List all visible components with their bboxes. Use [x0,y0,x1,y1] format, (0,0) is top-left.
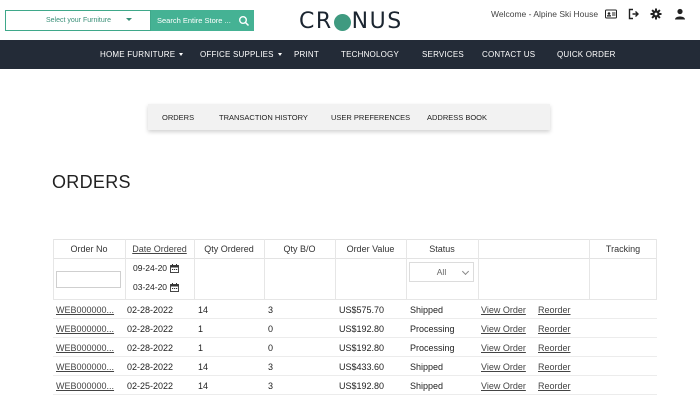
nav-print[interactable]: PRINT [294,40,319,69]
order-no-link[interactable]: WEB000000... [56,300,114,319]
main-nav: HOME FURNITURE OFFICE SUPPLIES PRINT TEC… [0,40,700,69]
view-order-link[interactable]: View Order [481,338,526,357]
view-order-link[interactable]: View Order [481,319,526,338]
qty-ordered: 1 [198,342,204,353]
view-order-link[interactable]: View Order [481,357,526,376]
table-row: WEB000000... 02-28-2022 14 3 US$433.60 Shippe… [53,357,657,376]
site-header: Select your Furniture Search Entire Stor… [0,0,700,40]
order-value: US$192.80 [339,342,385,353]
reorder-link[interactable]: Reorder [538,376,571,395]
qty-ordered: 14 [198,304,209,315]
col-qty-ordered: Qty Ordered [204,244,254,254]
order-date: 02-28-2022 [127,342,174,353]
order-value: US$433.60 [339,361,385,372]
date-from-filter[interactable]: 09-24-20 [133,263,179,273]
reorder-link[interactable]: Reorder [538,319,571,338]
order-status: Shipped [410,361,444,372]
calendar-icon[interactable] [170,263,179,273]
chevron-down-icon [461,267,470,276]
order-value: US$192.80 [339,380,385,391]
globe-icon [333,13,351,31]
col-order-no: Order No [70,244,108,254]
table-row: WEB000000... 02-28-2022 14 3 US$575.70 Shippe… [53,300,657,319]
reorder-link[interactable]: Reorder [538,300,571,319]
nav-services[interactable]: SERVICES [422,40,464,69]
col-status: Status [429,244,455,254]
table-row: WEB000000... 02-28-2022 1 0 US$192.80 Process… [53,319,657,338]
search-placeholder: Search Entire Store ... [157,16,231,25]
order-status: Shipped [410,304,444,315]
order-no-filter-input[interactable] [56,271,121,288]
id-card-icon[interactable] [605,8,617,20]
order-status: Processing [410,323,455,334]
nav-technology[interactable]: TECHNOLOGY [341,40,399,69]
table-row: WEB000000... 02-25-2022 14 3 US$192.80 Shippe… [53,376,657,395]
col-actions [478,239,589,259]
chevron-down-icon [179,53,184,56]
calendar-icon[interactable] [170,282,179,292]
orders-table: Order No Date Ordered Qty Ordered Qty B/… [53,239,657,400]
qty-ordered: 14 [198,361,209,372]
qty-bo: 3 [268,380,274,391]
nav-contact-us[interactable]: CONTACT US [482,40,535,69]
order-no-link[interactable]: WEB000000... [56,357,114,376]
table-row: WEB000000... 02-28-2022 1 0 US$192.80 Process… [53,338,657,357]
col-order-value: Order Value [346,244,395,254]
search-input[interactable]: Search Entire Store ... [151,10,254,31]
qty-bo: 0 [268,323,274,334]
tab-orders[interactable]: ORDERS [162,104,194,130]
chevron-down-icon [126,18,132,21]
tab-transaction-history[interactable]: TRANSACTION HISTORY [219,104,308,130]
date-to-filter[interactable]: 03-24-20 [133,282,179,292]
furniture-select[interactable]: Select your Furniture [5,10,151,31]
reorder-link[interactable]: Reorder [538,338,571,357]
order-date: 02-25-2022 [127,380,174,391]
gear-icon[interactable] [650,8,662,20]
order-status: Shipped [410,380,444,391]
search-icon[interactable] [238,15,250,27]
filter-row: 09-24-20 03-24-20 All [53,259,657,300]
user-icon[interactable] [674,8,686,20]
view-order-link[interactable]: View Order [481,376,526,395]
col-date-ordered[interactable]: Date Ordered [125,239,194,259]
qty-ordered: 14 [198,380,209,391]
qty-bo: 3 [268,361,274,372]
order-date: 02-28-2022 [127,323,174,334]
tab-user-preferences[interactable]: USER PREFERENCES [331,104,410,130]
tab-address-book[interactable]: ADDRESS BOOK [427,104,487,130]
order-no-link[interactable]: WEB000000... [56,376,114,395]
nav-quick-order[interactable]: QUICK ORDER [557,40,616,69]
sign-out-icon[interactable] [628,8,640,20]
nav-office-supplies[interactable]: OFFICE SUPPLIES [200,40,282,69]
chevron-down-icon [277,53,282,56]
order-status: Processing [410,342,455,353]
order-no-link[interactable]: WEB000000... [56,338,114,357]
furniture-select-label: Select your Furniture [46,17,111,24]
order-value: US$192.80 [339,323,385,334]
qty-bo: 0 [268,342,274,353]
account-tabs: ORDERS TRANSACTION HISTORY USER PREFEREN… [148,104,550,130]
order-no-link[interactable]: WEB000000... [56,319,114,338]
cronus-logo[interactable]: CR NUS [299,8,403,34]
col-qty-bo: Qty B/O [283,244,316,254]
view-order-link[interactable]: View Order [481,300,526,319]
order-date: 02-28-2022 [127,304,174,315]
order-value: US$575.70 [339,304,385,315]
nav-home-furniture[interactable]: HOME FURNITURE [100,40,184,69]
qty-bo: 3 [268,304,274,315]
qty-ordered: 1 [198,323,204,334]
welcome-text: Welcome - Alpine Ski House [491,9,599,19]
reorder-link[interactable]: Reorder [538,357,571,376]
page-title: ORDERS [52,172,131,192]
order-date: 02-28-2022 [127,361,174,372]
status-filter-select[interactable]: All [409,262,474,282]
col-tracking: Tracking [605,244,641,254]
